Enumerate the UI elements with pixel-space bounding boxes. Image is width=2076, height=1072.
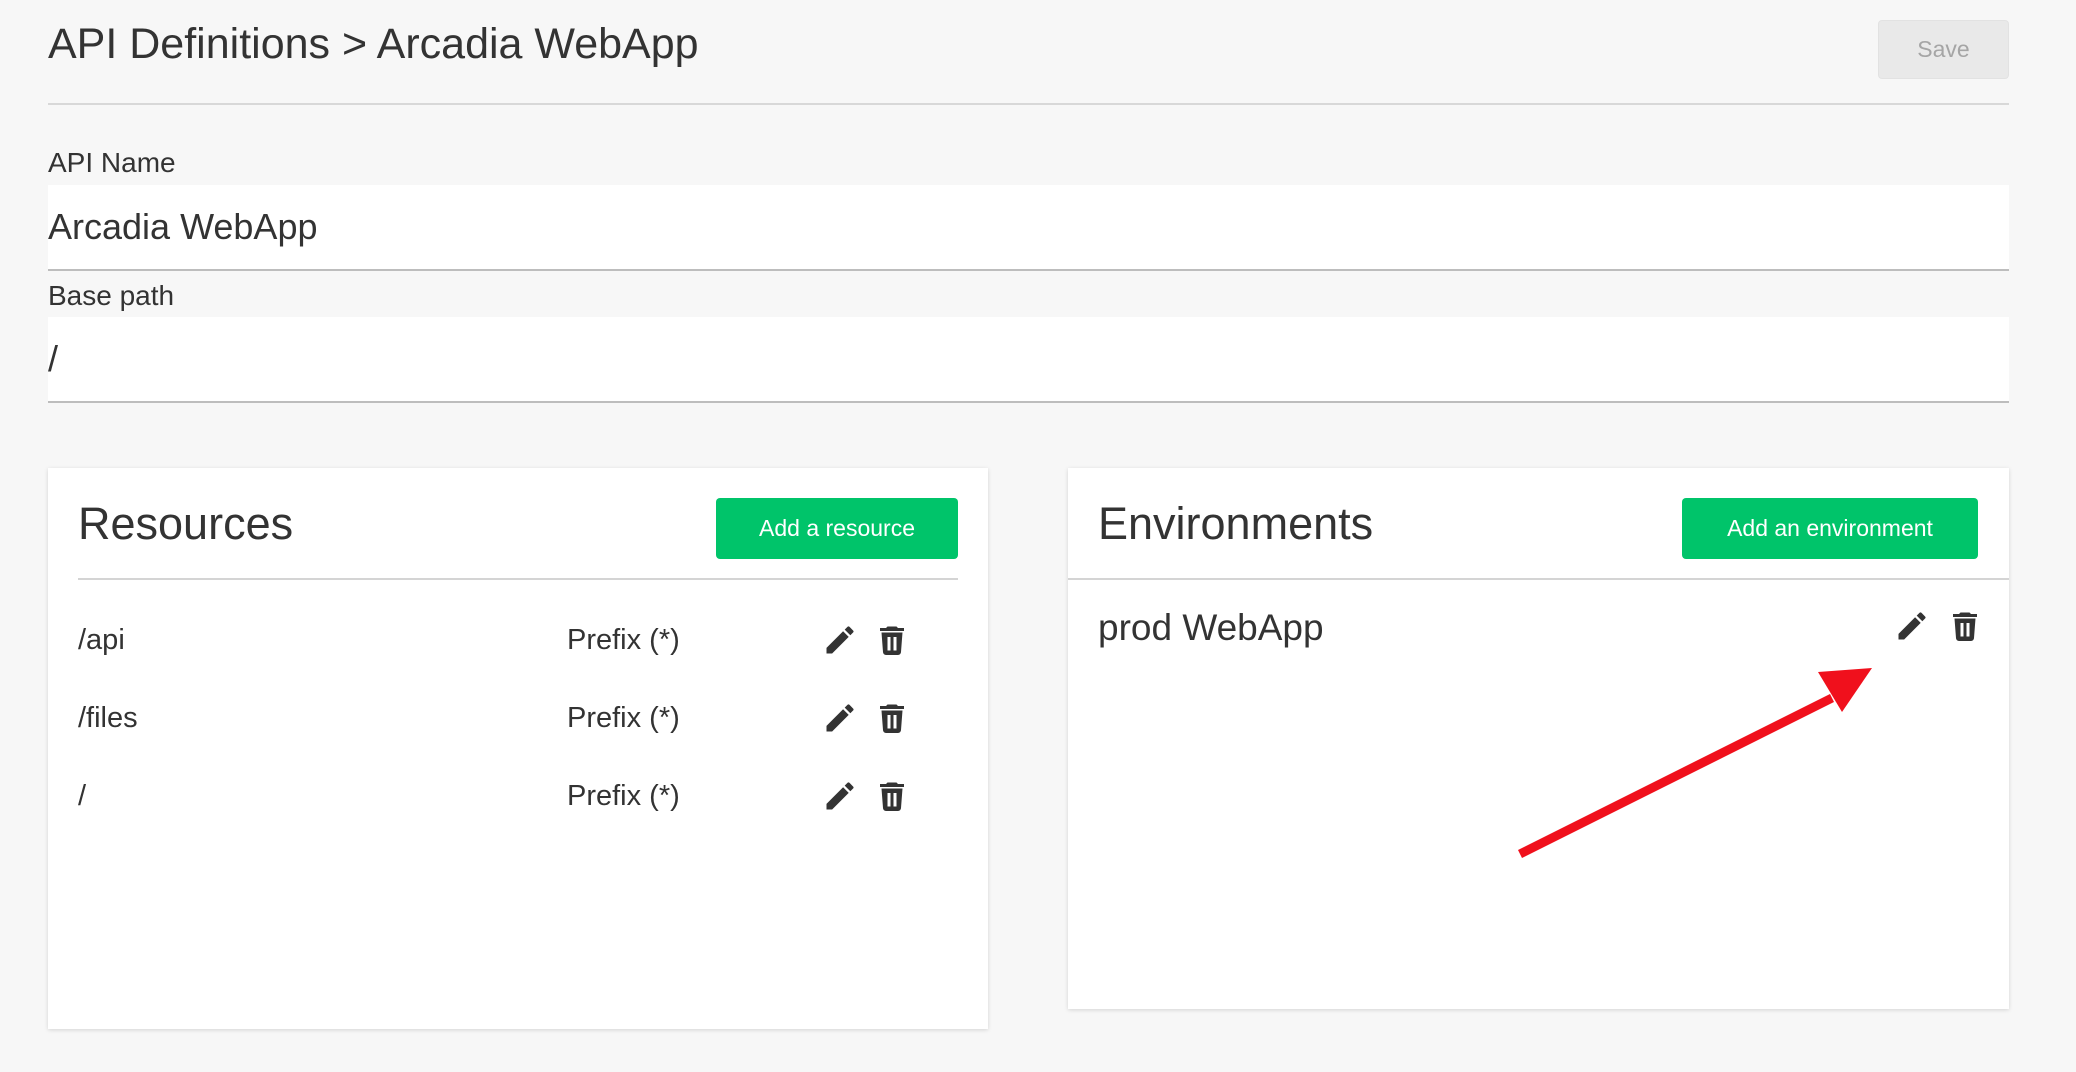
resource-match-type: Prefix (*)	[567, 702, 680, 734]
api-name-label: API Name	[48, 147, 176, 178]
trash-icon[interactable]	[1947, 606, 1983, 646]
trash-icon[interactable]	[874, 698, 910, 738]
base-path-input[interactable]	[48, 317, 2009, 401]
api-name-field-wrapper	[48, 185, 2009, 271]
trash-icon[interactable]	[874, 776, 910, 816]
base-path-field-wrapper	[48, 317, 2009, 403]
page-header: API Definitions > Arcadia WebApp Save	[48, 0, 2009, 105]
environments-header-divider	[1068, 578, 2009, 580]
api-name-input[interactable]	[48, 185, 2009, 269]
resource-match-type: Prefix (*)	[567, 780, 680, 812]
pencil-icon[interactable]	[822, 776, 858, 816]
page-title: API Definitions > Arcadia WebApp	[48, 20, 699, 68]
resource-path: /api	[78, 624, 125, 656]
resources-header-divider	[78, 578, 958, 580]
pencil-icon[interactable]	[1894, 606, 1930, 646]
resource-match-type: Prefix (*)	[567, 624, 680, 656]
resources-title: Resources	[78, 498, 294, 549]
save-button[interactable]: Save	[1878, 20, 2009, 79]
resource-path: /	[78, 780, 87, 812]
environment-name: prod WebApp	[1098, 607, 1324, 648]
pencil-icon[interactable]	[822, 620, 858, 660]
base-path-label: Base path	[48, 280, 175, 311]
add-resource-button[interactable]: Add a resource	[716, 498, 958, 559]
resource-path: /files	[78, 702, 138, 734]
environments-title: Environments	[1098, 498, 1374, 549]
add-environment-button[interactable]: Add an environment	[1682, 498, 1978, 559]
trash-icon[interactable]	[874, 620, 910, 660]
pencil-icon[interactable]	[822, 698, 858, 738]
